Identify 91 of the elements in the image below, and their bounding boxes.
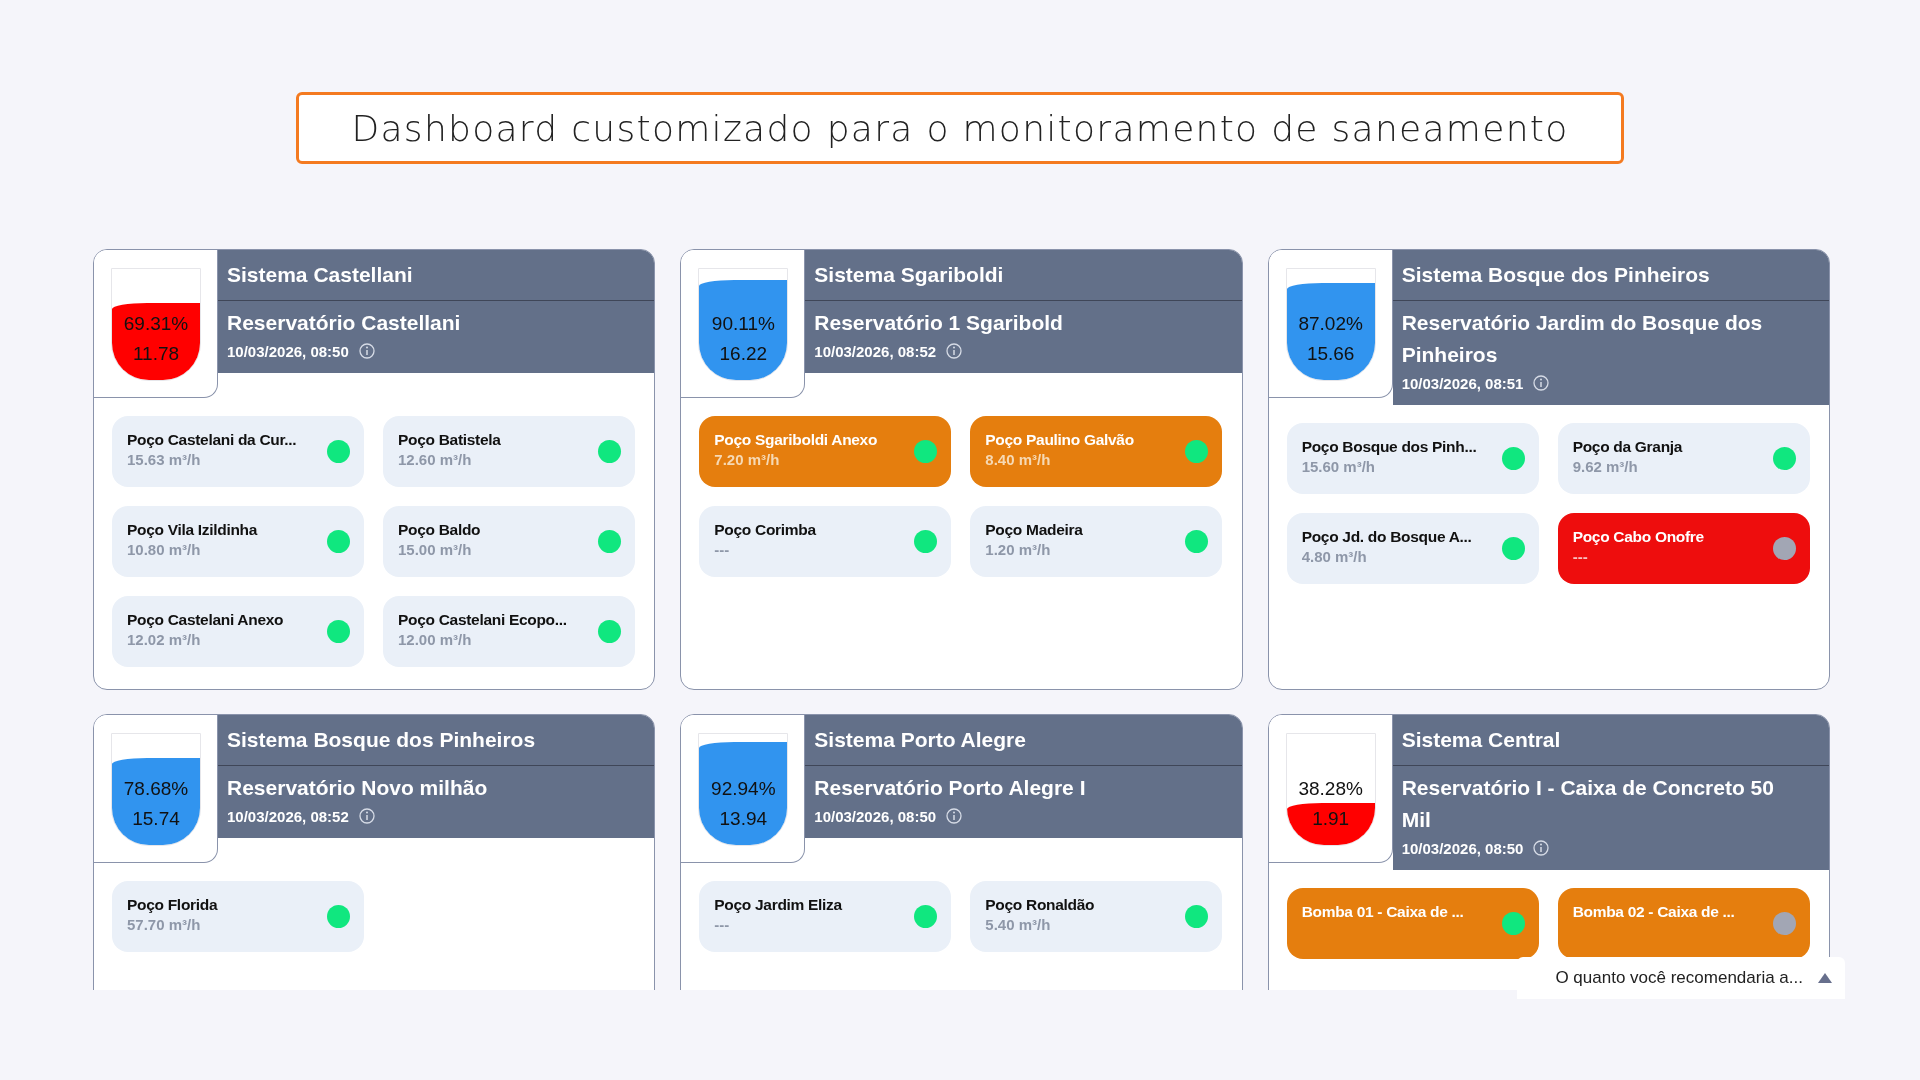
- reservoir-name: Reservatório Novo milhão: [227, 775, 489, 801]
- system-name: Sistema Sgariboldi: [805, 250, 1242, 301]
- flow-reading: 4.80 m³/h: [1301, 548, 1368, 565]
- system-name: Sistema Bosque dos Pinheiros: [218, 715, 655, 766]
- info-icon[interactable]: [946, 343, 963, 359]
- reservoir-name: Reservatório Castellani: [227, 310, 462, 336]
- level-percent: 87.02%: [1298, 312, 1363, 336]
- system-name: Sistema Castellani: [218, 250, 655, 301]
- well-tile[interactable]: Poço Cabo Onofre ---: [1557, 513, 1810, 584]
- reservoir-name: Reservatório I - Caixa de Concreto 50 Mil: [1401, 775, 1775, 833]
- level-value: 1.91: [1312, 807, 1350, 831]
- flow-reading: ---: [1572, 548, 1589, 565]
- reservoir-name: Reservatório 1 Sgaribold: [814, 310, 1064, 336]
- well-tile[interactable]: Poço Ronaldão 5.40 m³/h: [970, 881, 1223, 952]
- page-title: Dashboard customizado para o monitoramento de saneamento: [296, 92, 1624, 164]
- flow-reading: 9.62 m³/h: [1572, 458, 1639, 475]
- level-value: 16.22: [719, 342, 768, 366]
- well-tile[interactable]: Poço da Granja 9.62 m³/h: [1557, 423, 1810, 494]
- well-tile[interactable]: Poço Castelani da Cur... 15.63 m³/h: [112, 416, 364, 487]
- well-name: Poço Bosque dos Pinh...: [1301, 438, 1477, 456]
- well-name: Poço Paulino Galvão: [985, 431, 1134, 449]
- well-name: Bomba 02 - Caixa de ...: [1572, 903, 1735, 921]
- well-tile[interactable]: Poço Batistela 12.60 m³/h: [383, 416, 635, 487]
- well-name: Poço Florida: [127, 896, 218, 914]
- level-percent: 90.11%: [711, 312, 775, 336]
- well-name: Poço Cabo Onofre: [1572, 528, 1704, 546]
- well-tile[interactable]: Poço Bosque dos Pinh... 15.60 m³/h: [1286, 423, 1539, 494]
- flow-reading: 7.20 m³/h: [714, 451, 781, 468]
- flow-reading: 12.02 m³/h: [127, 631, 202, 648]
- system-name: Sistema Porto Alegre: [805, 715, 1242, 766]
- well-name: Poço Castelani da Cur...: [127, 431, 297, 449]
- feedback-bar[interactable]: O quanto você recomendaria a...: [1517, 957, 1845, 999]
- well-name: Poço Jd. do Bosque A...: [1301, 528, 1472, 546]
- flow-reading: 57.70 m³/h: [127, 916, 202, 933]
- level-percent: 38.28%: [1298, 777, 1363, 801]
- well-name: Poço Vila Izildinha: [127, 521, 258, 539]
- reservoir-name: Reservatório Jardim do Bosque dos Pinheiros: [1401, 310, 1764, 368]
- flow-reading: 8.40 m³/h: [985, 451, 1052, 468]
- level-value: 11.78: [132, 342, 180, 366]
- system-name: Sistema Bosque dos Pinheiros: [1392, 250, 1829, 301]
- level-value: 13.94: [719, 807, 768, 831]
- flow-reading: 5.40 m³/h: [985, 916, 1052, 933]
- timestamp: 10/03/2026, 08:52: [227, 807, 349, 825]
- well-name: Poço da Granja: [1572, 438, 1683, 456]
- level-percent: 92.94%: [711, 777, 776, 801]
- well-tile[interactable]: Poço Corimba ---: [699, 506, 952, 577]
- well-name: Poço Corimba: [714, 521, 816, 539]
- well-tile[interactable]: Poço Florida 57.70 m³/h: [112, 881, 364, 952]
- well-name: Bomba 01 - Caixa de ...: [1301, 903, 1464, 921]
- timestamp: 10/03/2026, 08:52: [814, 342, 937, 360]
- level-value: 15.66: [1306, 342, 1355, 366]
- well-tile[interactable]: Poço Madeira 1.20 m³/h: [970, 506, 1223, 577]
- info-icon[interactable]: [946, 808, 963, 824]
- well-tile[interactable]: Poço Jardim Eliza ---: [699, 881, 952, 952]
- well-tile[interactable]: Poço Baldo 15.00 m³/h: [383, 506, 635, 577]
- level-percent: 69.31%: [123, 312, 189, 336]
- caret-icon[interactable]: [1817, 972, 1833, 984]
- flow-reading: 12.60 m³/h: [398, 451, 473, 468]
- timestamp: 10/03/2026, 08:50: [227, 342, 349, 360]
- well-name: Poço Castelani Ecopo...: [398, 611, 567, 629]
- flow-reading: 15.00 m³/h: [398, 541, 473, 558]
- timestamp: 10/03/2026, 08:50: [814, 807, 937, 825]
- level-value: 15.74: [132, 807, 180, 831]
- flow-reading: 12.00 m³/h: [398, 631, 473, 648]
- timestamp: 10/03/2026, 08:50: [1401, 839, 1524, 857]
- level-percent: 78.68%: [123, 777, 189, 801]
- well-name: Poço Castelani Anexo: [127, 611, 284, 629]
- flow-reading: 10.80 m³/h: [127, 541, 202, 558]
- info-icon[interactable]: [358, 343, 375, 359]
- well-name: Poço Jardim Eliza: [714, 896, 842, 914]
- info-icon[interactable]: [358, 808, 375, 824]
- timestamp: 10/03/2026, 08:51: [1401, 374, 1524, 392]
- well-name: Poço Madeira: [985, 521, 1083, 539]
- flow-reading: 15.63 m³/h: [127, 451, 202, 468]
- well-name: Poço Baldo: [398, 521, 481, 539]
- info-icon[interactable]: [1533, 375, 1550, 391]
- flow-reading: 1.20 m³/h: [985, 541, 1052, 558]
- reservoir-name: Reservatório Porto Alegre I: [814, 775, 1087, 801]
- flow-reading: ---: [714, 541, 731, 558]
- system-name: Sistema Central: [1392, 715, 1829, 766]
- well-tile[interactable]: Poço Castelani Ecopo... 12.00 m³/h: [383, 596, 635, 667]
- well-name: Poço Batistela: [398, 431, 501, 449]
- well-name: Poço Sgariboldi Anexo: [714, 431, 878, 449]
- well-tile[interactable]: Poço Castelani Anexo 12.02 m³/h: [112, 596, 364, 667]
- flow-reading: 15.60 m³/h: [1301, 458, 1377, 475]
- feedback-question: O quanto você recomendaria a...: [1555, 968, 1803, 988]
- info-icon[interactable]: [1533, 840, 1550, 856]
- well-tile[interactable]: Poço Vila Izildinha 10.80 m³/h: [112, 506, 364, 577]
- well-tile[interactable]: Poço Jd. do Bosque A... 4.80 m³/h: [1286, 513, 1539, 584]
- well-name: Poço Ronaldão: [985, 896, 1095, 914]
- flow-reading: ---: [714, 916, 731, 933]
